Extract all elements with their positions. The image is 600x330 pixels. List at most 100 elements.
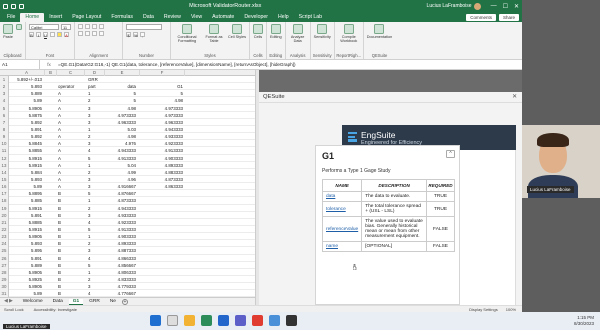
cell-c[interactable]: A	[58, 183, 83, 190]
cell-d[interactable]: GRR	[88, 76, 108, 83]
cell-e[interactable]: 4.779333	[106, 283, 136, 290]
cell-a[interactable]: 5.8905	[12, 233, 42, 240]
cell-c[interactable]: A	[58, 126, 83, 133]
row-header[interactable]: 7	[0, 118, 9, 126]
tab-developer[interactable]: Developer	[239, 13, 273, 23]
wrap-text-icon[interactable]	[99, 24, 104, 29]
row-header[interactable]: 21	[0, 218, 9, 226]
worksheet-grid[interactable]: A B C D E F 1 5.892+/-.013 GRR 2 5.893 operat…	[0, 70, 255, 297]
cell-f[interactable]: G1	[140, 83, 183, 90]
excel-icon[interactable]	[201, 315, 212, 326]
cell-e[interactable]: 4.913333	[106, 226, 136, 233]
cell-e[interactable]: 4.923333	[106, 219, 136, 226]
cell-c[interactable]: B	[58, 240, 83, 247]
cell-c[interactable]: A	[58, 97, 83, 104]
cell-a[interactable]: 5.893	[12, 240, 42, 247]
sheet-tab-grr[interactable]: GRR	[85, 299, 104, 304]
accessibility-status[interactable]: Accessibility: Investigate	[34, 307, 77, 312]
underline-button[interactable]: U	[43, 32, 48, 38]
cell-a[interactable]: 5.89	[12, 183, 42, 190]
sheet-tab-data[interactable]: Data	[49, 299, 67, 304]
cell-d[interactable]: 4	[88, 255, 108, 262]
cell-styles-button[interactable]: Cell Styles	[228, 24, 246, 39]
analyze-data-button[interactable]: Analyze Data	[289, 24, 307, 43]
cell-d[interactable]: 2	[88, 205, 108, 212]
row-header[interactable]: 15	[0, 175, 9, 184]
cell-c[interactable]: B	[58, 247, 83, 254]
cell-a[interactable]: 5.8915	[12, 205, 42, 212]
cell-d[interactable]: 3	[88, 283, 108, 290]
cell-f[interactable]: 4.873333	[140, 176, 183, 183]
cell-f[interactable]: 4.863333	[140, 183, 183, 190]
outlook-icon[interactable]	[269, 315, 280, 326]
cell-a[interactable]: 5.893	[12, 83, 42, 90]
cell-e[interactable]: data	[106, 83, 136, 90]
param-link-tolerance[interactable]: tolerance	[321, 201, 363, 217]
comma-icon[interactable]: ,	[140, 32, 145, 38]
cell-e[interactable]: 5.04	[106, 162, 136, 169]
search-icon[interactable]	[167, 315, 178, 326]
cell-f[interactable]: 5	[140, 90, 183, 97]
documentation-button[interactable]: Documentation	[367, 24, 392, 39]
cell-f[interactable]: 4.943333	[140, 126, 183, 133]
tab-data[interactable]: Data	[138, 13, 159, 23]
minimize-button[interactable]: —	[491, 3, 497, 10]
cell-d[interactable]: 1	[88, 233, 108, 240]
cell-d[interactable]: 3	[88, 105, 108, 112]
row-header[interactable]: 29	[0, 275, 9, 284]
tab-review[interactable]: Review	[159, 13, 186, 23]
cell-d[interactable]: 2	[88, 276, 108, 283]
tab-insert[interactable]: Insert	[44, 13, 67, 23]
cell-c[interactable]: A	[58, 105, 83, 112]
cell-e[interactable]: 4.99	[106, 169, 136, 176]
cell-c[interactable]: B	[58, 290, 83, 297]
sheet-tab-ne[interactable]: Ne	[106, 299, 120, 304]
task-pane-close-icon[interactable]: ✕	[512, 92, 517, 103]
cell-c[interactable]: A	[58, 176, 83, 183]
fill-color-icon[interactable]	[57, 32, 62, 37]
font-size-select[interactable]: 11	[61, 24, 71, 30]
sheet-tab-welcome[interactable]: Welcome	[19, 299, 47, 304]
row-header[interactable]: 19	[0, 204, 9, 212]
compile-workbook-button[interactable]: Compile Workbook	[338, 24, 360, 43]
cell-f[interactable]: 4.933333	[140, 133, 183, 140]
cell-d[interactable]: 2	[88, 169, 108, 176]
cell-c[interactable]: B	[58, 269, 83, 276]
formula-input[interactable]: =QE.G1(Data!G2:G16,-1) QE.G1(data, toler…	[58, 62, 522, 67]
cell-d[interactable]: 5	[88, 190, 108, 197]
row-header[interactable]: 2	[0, 83, 9, 91]
font-family-select[interactable]: Calibri	[29, 24, 59, 30]
cell-d[interactable]: 3	[88, 176, 108, 183]
row-header[interactable]: 24	[0, 240, 9, 248]
cell-a[interactable]: 5.8895	[12, 190, 42, 197]
close-button[interactable]: ✕	[514, 3, 519, 10]
tab-view[interactable]: View	[186, 13, 207, 23]
tab-page-layout[interactable]: Page Layout	[67, 13, 106, 23]
cell-e[interactable]: 4.963333	[106, 119, 136, 126]
cell-d[interactable]: 5	[88, 262, 108, 269]
cell-f[interactable]: 4.963333	[140, 119, 183, 126]
cell-d[interactable]: 3	[88, 247, 108, 254]
cell-d[interactable]: 3	[88, 183, 108, 190]
cell-a[interactable]: 5.8885	[12, 219, 42, 226]
cell-d[interactable]: 4	[88, 147, 108, 154]
cell-a[interactable]: 5.891	[12, 255, 42, 262]
cell-a[interactable]: 5.895	[12, 247, 42, 254]
cell-a[interactable]: 5.8845	[12, 140, 42, 147]
cell-d[interactable]: 3	[88, 112, 108, 119]
row-header[interactable]: 20	[0, 211, 9, 219]
percent-icon[interactable]: %	[133, 32, 138, 38]
cell-c[interactable]: B	[58, 233, 83, 240]
cell-e[interactable]: 4.96	[106, 176, 136, 183]
cell-a[interactable]: 5.8855	[12, 147, 42, 154]
cell-e[interactable]: 4.866333	[106, 255, 136, 262]
cut-button[interactable]	[16, 24, 22, 30]
cell-a[interactable]: 5.8915	[12, 155, 42, 162]
cell-c[interactable]: B	[58, 197, 83, 204]
cell-c[interactable]: B	[58, 262, 83, 269]
undo-icon[interactable]	[19, 3, 24, 9]
cell-f[interactable]: 4.913333	[140, 147, 183, 154]
cell-e[interactable]: 5	[106, 97, 136, 104]
cell-d[interactable]: 1	[88, 162, 108, 169]
row-header[interactable]: 26	[0, 254, 9, 262]
